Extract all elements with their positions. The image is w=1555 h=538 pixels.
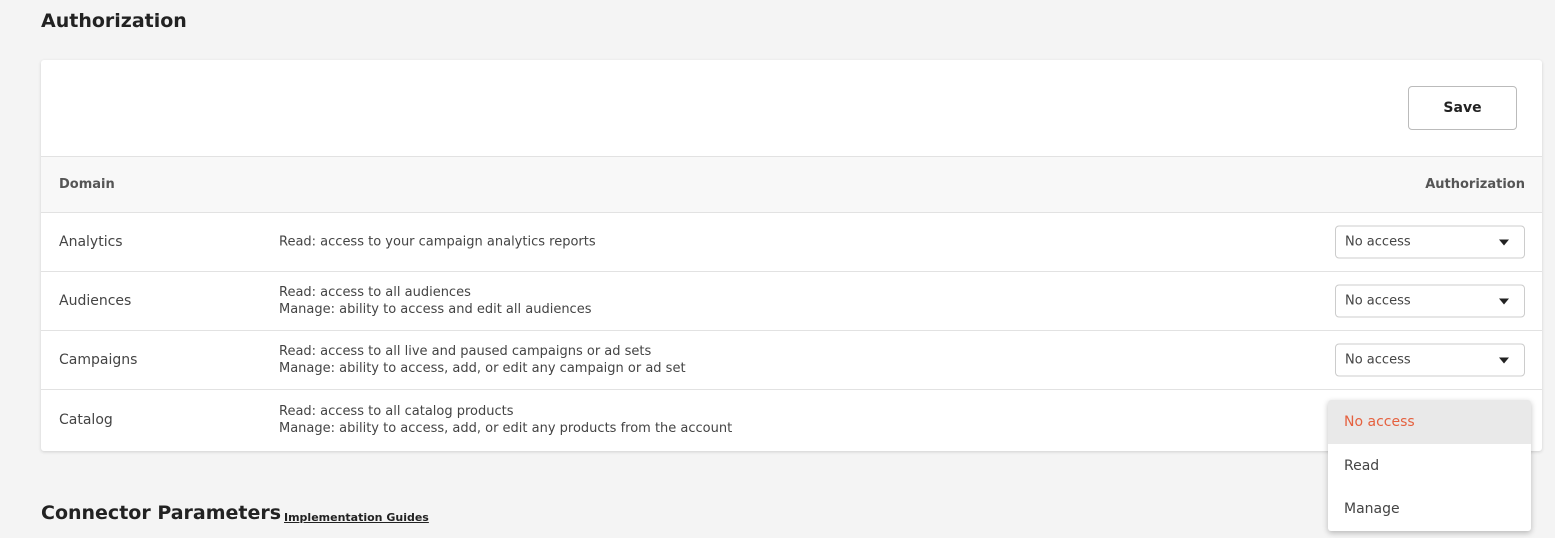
caret-down-icon — [1499, 298, 1509, 305]
description-line: Manage: ability to access, add, or edit … — [279, 420, 733, 436]
header-domain: Domain — [59, 177, 115, 192]
description-line: Read: access to all catalog products — [279, 403, 514, 419]
row-description: Read: access to all catalog products Man… — [279, 403, 732, 437]
connector-parameters-title: Connector Parameters — [41, 502, 282, 524]
row-domain: Audiences — [59, 293, 132, 309]
row-domain: Catalog — [59, 411, 113, 428]
description-line: Read: access to all audiences — [279, 285, 471, 300]
table-row-campaigns: Campaigns Read: access to all live and p… — [41, 331, 1542, 390]
authorization-select-audiences[interactable]: No access — [1335, 284, 1525, 318]
row-description: Read: access to your campaign analytics … — [279, 234, 596, 251]
table-row-catalog: Catalog Read: access to all catalog prod… — [41, 390, 1542, 449]
description-line: Manage: ability to access, add, or edit … — [279, 361, 686, 376]
dropdown-option-no-access[interactable]: No access — [1328, 400, 1531, 444]
select-value: No access — [1345, 293, 1411, 309]
description-line: Read: access to all live and paused camp… — [279, 344, 652, 359]
authorization-select-analytics[interactable]: No access — [1335, 225, 1525, 259]
description-line: Manage: ability to access and edit all a… — [279, 302, 592, 317]
select-value: No access — [1345, 234, 1411, 250]
dropdown-option-read[interactable]: Read — [1328, 444, 1531, 488]
table-header: Domain Authorization — [41, 156, 1542, 213]
select-value: No access — [1345, 352, 1411, 368]
dropdown-option-manage[interactable]: Manage — [1328, 488, 1531, 531]
save-button[interactable]: Save — [1408, 86, 1517, 130]
table-row-audiences: Audiences Read: access to all audiences … — [41, 272, 1542, 331]
row-domain: Analytics — [59, 234, 123, 250]
table-row-analytics: Analytics Read: access to your campaign … — [41, 213, 1542, 272]
authorization-title: Authorization — [41, 10, 187, 32]
caret-down-icon — [1499, 239, 1509, 246]
implementation-guides-link[interactable]: Implementation Guides — [284, 511, 429, 524]
header-authorization: Authorization — [1425, 177, 1525, 192]
row-description: Read: access to all live and paused camp… — [279, 343, 686, 377]
authorization-select-campaigns[interactable]: No access — [1335, 343, 1525, 377]
authorization-card: Save Domain Authorization Analytics Read… — [41, 60, 1542, 451]
row-description: Read: access to all audiences Manage: ab… — [279, 284, 591, 318]
row-domain: Campaigns — [59, 352, 138, 368]
page: Authorization Save Domain Authorization … — [0, 0, 1555, 538]
caret-down-icon — [1499, 357, 1509, 364]
authorization-dropdown-menu: No access Read Manage — [1328, 400, 1531, 531]
description-line: Read: access to your campaign analytics … — [279, 234, 596, 250]
